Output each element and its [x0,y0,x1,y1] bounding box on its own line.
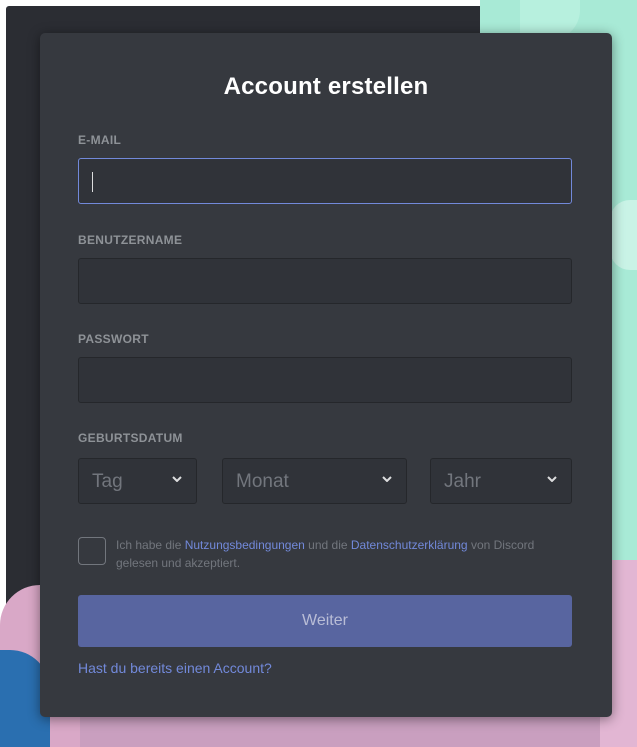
terms-of-service-link[interactable]: Nutzungsbedingungen [185,538,305,552]
chevron-down-icon [547,476,557,482]
month-select-value: Monat [236,471,289,492]
page-title: Account erstellen [223,73,429,100]
password-label: PASSWORT [78,332,149,346]
password-field[interactable] [78,357,572,403]
terms-prefix: Ich habe die [116,538,185,552]
register-card: Account erstellen E-MAIL BENUTZERNAME PA… [40,33,612,717]
background-mint-bubble [610,200,637,270]
chevron-down-icon [172,476,182,482]
continue-button[interactable]: Weiter [78,595,572,647]
year-select-value: Jahr [444,471,481,492]
privacy-policy-link[interactable]: Datenschutzerklärung [351,538,468,552]
username-label: BENUTZERNAME [78,233,183,247]
month-select[interactable]: Monat [222,458,407,504]
year-select[interactable]: Jahr [430,458,572,504]
text-caret [92,172,93,192]
email-label: E-MAIL [78,133,122,147]
terms-middle: und die [304,538,351,552]
username-field[interactable] [78,258,572,304]
terms-text: Ich habe die Nutzungsbedingungen und die… [116,536,576,572]
terms-checkbox[interactable] [78,537,106,565]
birthdate-label: GEBURTSDATUM [78,431,183,445]
day-select[interactable]: Tag [78,458,197,504]
chevron-down-icon [382,476,392,482]
login-link[interactable]: Hast du bereits einen Account? [78,660,272,676]
day-select-value: Tag [92,471,123,492]
email-field[interactable] [78,158,572,204]
